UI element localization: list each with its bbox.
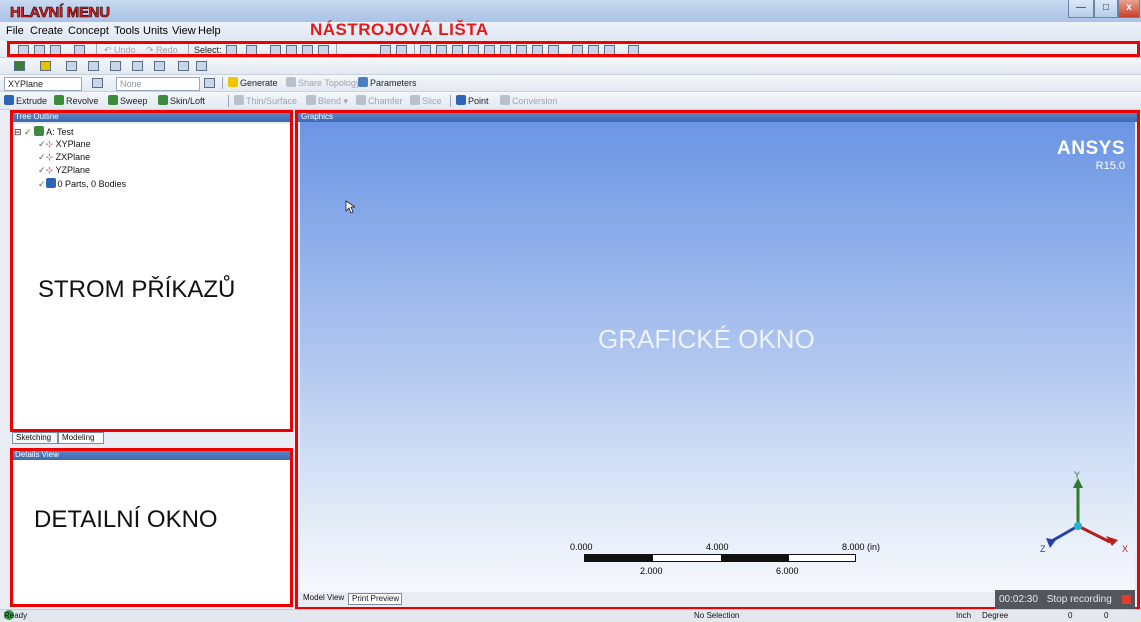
- plane-icon[interactable]: [14, 61, 25, 71]
- skinloft-icon: [158, 95, 168, 105]
- status-value-2: 0: [1104, 611, 1109, 620]
- lightning-icon: [228, 77, 238, 87]
- plane-select[interactable]: XYPlane: [4, 77, 82, 91]
- sweep-icon: [108, 95, 118, 105]
- status-selection: No Selection: [694, 611, 740, 620]
- menu-units[interactable]: Units: [143, 25, 168, 37]
- menu-view[interactable]: View: [172, 25, 196, 37]
- minimize-button[interactable]: —: [1068, 0, 1094, 18]
- stop-icon[interactable]: [1122, 595, 1131, 604]
- parameters-button[interactable]: Parameters: [358, 76, 417, 90]
- pin-icon[interactable]: [178, 61, 189, 71]
- status-units: Inch: [956, 611, 972, 620]
- highlight-details: [10, 448, 293, 607]
- tab-modeling[interactable]: Modeling: [58, 432, 104, 444]
- polyline-icon[interactable]: [110, 61, 121, 71]
- menu-tools[interactable]: Tools: [114, 25, 140, 37]
- toolbar-features: Extrude Revolve Sweep Skin/Loft Thin/Sur…: [0, 92, 1141, 110]
- menu-concept[interactable]: Concept: [68, 25, 109, 37]
- maximize-icon: □: [1102, 2, 1110, 13]
- chamfer-icon: [356, 95, 366, 105]
- toolbar-plane: XYPlane None Generate Share Topology Par…: [0, 75, 1141, 92]
- new-plane-icon[interactable]: [92, 78, 103, 88]
- highlight-tree: [10, 110, 293, 432]
- slice-icon: [410, 95, 420, 105]
- chamfer-button[interactable]: Chamfer: [356, 94, 403, 108]
- parameters-icon: [358, 77, 368, 87]
- menu-create[interactable]: Create: [30, 25, 63, 37]
- look-at-icon[interactable]: [66, 61, 77, 71]
- point-button[interactable]: Point: [456, 94, 489, 108]
- line-icon[interactable]: [88, 61, 99, 71]
- extrude-button[interactable]: Extrude: [4, 94, 47, 108]
- close-button[interactable]: x: [1118, 0, 1140, 18]
- status-bar: Ready No Selection Inch Degree 0 0: [0, 609, 1141, 622]
- blend-icon: [306, 95, 316, 105]
- highlight-toolbar: [7, 41, 1140, 57]
- blend-button[interactable]: Blend ▾: [306, 94, 348, 108]
- menu-bar: File Create Concept Tools Units View Hel…: [0, 22, 1141, 40]
- recording-overlay: 00:02:30 Stop recording: [995, 590, 1135, 609]
- arc-icon[interactable]: [132, 61, 143, 71]
- share-topology-button[interactable]: Share Topology: [286, 76, 360, 90]
- skinloft-button[interactable]: Skin/Loft: [158, 94, 205, 108]
- recording-time: 00:02:30: [999, 594, 1038, 605]
- status-value-1: 0: [1068, 611, 1073, 620]
- maximize-button[interactable]: □: [1094, 0, 1118, 18]
- conversion-button[interactable]: Conversion: [500, 94, 558, 108]
- thin-surface-button[interactable]: Thin/Surface: [234, 94, 297, 108]
- title-bar: [0, 0, 1141, 22]
- close-icon: x: [1126, 2, 1132, 13]
- revolve-icon: [54, 95, 64, 105]
- sketch-select[interactable]: None: [116, 77, 200, 91]
- annotation-main-menu: HLAVNÍ MENU: [10, 4, 111, 22]
- point-icon: [456, 95, 466, 105]
- toolbar-sketch: [0, 58, 1141, 75]
- share-icon: [286, 77, 296, 87]
- menu-help[interactable]: Help: [198, 25, 221, 37]
- slice-button[interactable]: Slice: [410, 94, 442, 108]
- revolve-button[interactable]: Revolve: [54, 94, 99, 108]
- circle-icon[interactable]: [154, 61, 165, 71]
- stop-recording-button[interactable]: Stop recording: [1047, 594, 1112, 605]
- extrude-icon: [4, 95, 14, 105]
- highlight-graphics: [295, 110, 1140, 610]
- generate-button[interactable]: Generate: [228, 76, 278, 90]
- minimize-icon: —: [1076, 2, 1086, 13]
- sweep-button[interactable]: Sweep: [108, 94, 148, 108]
- conversion-icon: [500, 95, 510, 105]
- tab-sketching[interactable]: Sketching: [12, 432, 58, 444]
- new-sketch-icon[interactable]: [204, 78, 215, 88]
- sketch-icon[interactable]: [40, 61, 51, 71]
- menu-file[interactable]: File: [6, 25, 24, 37]
- thin-surface-icon: [234, 95, 244, 105]
- status-angle: Degree: [982, 611, 1009, 620]
- flag-icon[interactable]: [196, 61, 207, 71]
- annotation-toolbar: NÁSTROJOVÁ LIŠTA: [310, 20, 489, 39]
